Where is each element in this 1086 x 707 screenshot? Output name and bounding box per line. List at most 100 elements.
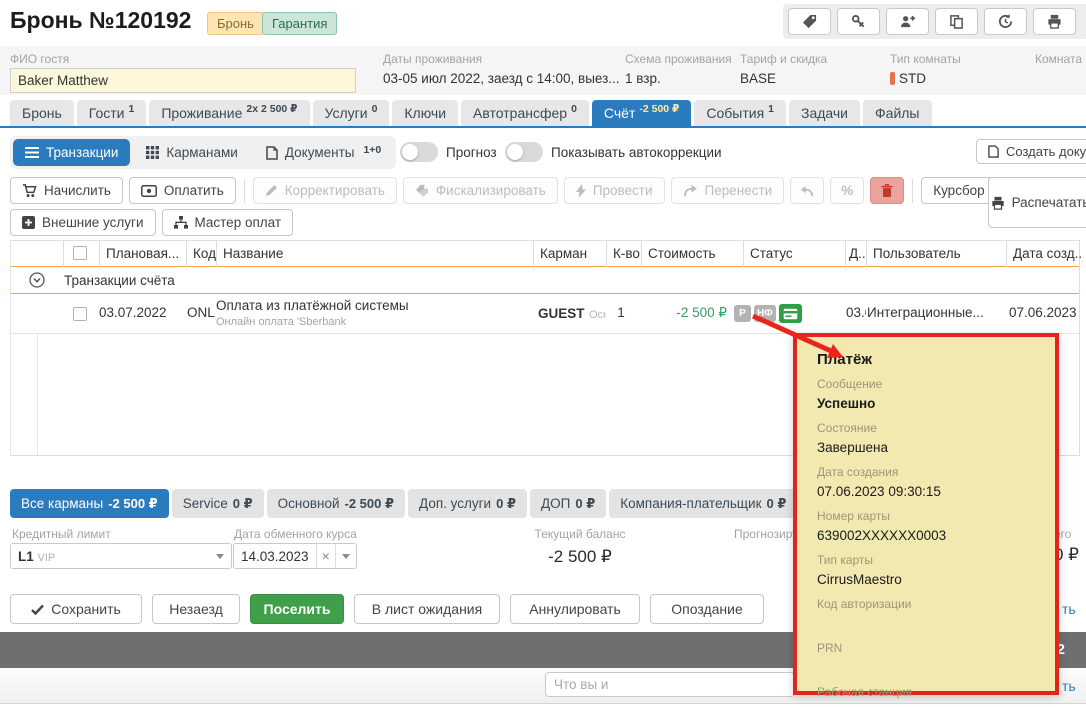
col-qty[interactable]: К-во: [606, 241, 641, 267]
tooltip-auth-code-value: [817, 616, 1035, 632]
page-title: Бронь №120192: [10, 7, 191, 34]
external-services-button[interactable]: Внешние услуги: [10, 209, 156, 236]
col-name[interactable]: Название: [216, 241, 533, 267]
toolbar-separator: [244, 179, 245, 203]
tab-account[interactable]: Счёт-2 500 ₽: [592, 100, 691, 126]
create-document-button[interactable]: Создать документ...: [976, 139, 1086, 164]
tab-guests[interactable]: Гости1: [77, 100, 147, 126]
select-all-checkbox[interactable]: [73, 246, 87, 260]
search-input[interactable]: [545, 672, 795, 697]
current-balance: Текущий баланс -2 500 ₽: [480, 527, 680, 567]
view-switcher: Транзакции Карманами Документы1+0: [10, 136, 396, 169]
transaction-row[interactable]: 03.07.2022 ONLI Оплата из платёжной сист…: [11, 294, 1079, 334]
col-planned-date[interactable]: Плановая...: [99, 241, 186, 267]
key-button[interactable]: [837, 8, 880, 35]
clear-icon[interactable]: ×: [316, 544, 335, 568]
tab-booking[interactable]: Бронь: [10, 100, 74, 126]
banknote-icon: [141, 185, 157, 197]
tab-events[interactable]: События1: [694, 100, 786, 126]
tariff-label: Тариф и скидка: [740, 52, 827, 66]
pencil-icon: [265, 184, 278, 197]
tag-button[interactable]: [788, 8, 831, 35]
tab-services[interactable]: Услуги0: [313, 100, 390, 126]
tab-keys[interactable]: Ключи: [392, 100, 458, 126]
view-transactions[interactable]: Транзакции: [13, 139, 130, 166]
tab-transfer[interactable]: Автотрансфер0: [461, 100, 589, 126]
view-pockets[interactable]: Карманами: [134, 139, 249, 166]
col-created[interactable]: Дата созд..: [1006, 241, 1081, 267]
undo-icon: [800, 185, 814, 197]
table-header: Плановая... Код Название Карман К-во Сто…: [11, 240, 1079, 266]
autocorrections-toggle[interactable]: [505, 142, 543, 162]
col-pocket[interactable]: Карман: [533, 241, 606, 267]
tab-files[interactable]: Файлы: [863, 100, 931, 126]
caret-down-icon[interactable]: [335, 544, 356, 568]
print-button[interactable]: [1033, 8, 1076, 35]
col-expand: [11, 241, 63, 267]
tooltip-card-number-value: 639002XXXXXX0003: [817, 528, 1035, 544]
col-d[interactable]: Д..: [845, 241, 866, 267]
print-icon: [1047, 14, 1062, 29]
right-link-bottom[interactable]: ть: [1062, 678, 1076, 694]
save-button[interactable]: Сохранить: [10, 594, 142, 624]
view-documents[interactable]: Документы1+0: [254, 139, 393, 166]
tooltip-prn-label: PRN: [817, 641, 1035, 655]
row-pocket: GUEST Осн: [538, 305, 606, 323]
percent-button[interactable]: %: [830, 177, 864, 204]
room-type-label: Тип комнаты: [890, 52, 961, 66]
right-link-top[interactable]: ть: [1062, 601, 1076, 617]
collapse-icon[interactable]: [29, 272, 45, 288]
copy-button[interactable]: [935, 8, 978, 35]
exchange-date-picker[interactable]: 14.03.2023 ×: [233, 543, 357, 569]
charge-button[interactable]: Начислить: [10, 177, 123, 204]
add-guest-button[interactable]: [886, 8, 929, 35]
pocket-tab-payer-company[interactable]: Компания-плательщик0 ₽: [609, 489, 797, 518]
row-qty: 1: [606, 305, 636, 320]
row-checkbox[interactable]: [73, 307, 87, 321]
tab-tasks[interactable]: Задачи: [789, 100, 860, 126]
credit-limit-select[interactable]: L1 VIP: [10, 543, 232, 569]
print-transactions-button[interactable]: Распечатать: [988, 177, 1086, 228]
check-in-button[interactable]: Поселить: [250, 594, 344, 624]
header-toolbar: [783, 4, 1086, 39]
pay-button[interactable]: Оплатить: [129, 177, 236, 204]
late-button[interactable]: Опоздание: [650, 594, 764, 624]
payment-master-button[interactable]: Мастер оплат: [162, 209, 294, 236]
forecast-toggle[interactable]: [400, 142, 438, 162]
pocket-tab-extra-services[interactable]: Доп. услуги0 ₽: [408, 489, 527, 518]
group-row-account-transactions[interactable]: Транзакции счёта: [11, 266, 1079, 294]
pocket-tab-main[interactable]: Основной-2 500 ₽: [267, 489, 405, 518]
kursbor-button[interactable]: Курсбор: [921, 177, 996, 204]
fiscalize-button[interactable]: Фискализировать: [403, 177, 558, 204]
correct-button[interactable]: Корректировать: [253, 177, 397, 204]
col-user[interactable]: Пользователь: [866, 241, 1006, 267]
col-code[interactable]: Код: [186, 241, 216, 267]
waitlist-button[interactable]: В лист ожидания: [354, 594, 500, 624]
check-icon: [31, 604, 44, 615]
document-icon: [988, 145, 999, 158]
col-status[interactable]: Статус: [743, 241, 845, 267]
col-cost[interactable]: Стоимость: [641, 241, 743, 267]
transfer-button[interactable]: Перенести: [671, 177, 785, 204]
row-cost: -2 500 ₽: [641, 305, 727, 321]
cancel-button[interactable]: Аннулировать: [510, 594, 640, 624]
group-row-label: Транзакции счёта: [64, 273, 175, 288]
guest-name-input[interactable]: [10, 68, 356, 93]
forecast-balance-label: Прогнозируе: [734, 527, 794, 541]
annotation-arrow: [745, 312, 857, 366]
history-button[interactable]: [984, 8, 1027, 35]
pocket-tab-all[interactable]: Все карманы-2 500 ₽: [10, 489, 169, 518]
footer-actions: Сохранить Незаезд Поселить В лист ожидан…: [10, 594, 764, 624]
tab-stay[interactable]: Проживание2х 2 500 ₽: [149, 100, 309, 126]
no-show-button[interactable]: Незаезд: [152, 594, 240, 624]
stay-dates-label: Даты проживания: [383, 52, 482, 66]
tags-icon: [415, 184, 429, 197]
undo-button[interactable]: [790, 177, 824, 204]
delete-button[interactable]: [870, 177, 904, 204]
person-add-icon: [900, 14, 916, 29]
exchange-date-value: 14.03.2023: [234, 544, 316, 568]
booking-window: Бронь №120192 Бронь Гарантия ФИО гостя Д…: [0, 0, 1086, 707]
pocket-tab-service[interactable]: Service0 ₽: [172, 489, 264, 518]
pocket-tab-dop[interactable]: ДОП0 ₽: [530, 489, 606, 518]
post-button[interactable]: Провести: [564, 177, 665, 204]
